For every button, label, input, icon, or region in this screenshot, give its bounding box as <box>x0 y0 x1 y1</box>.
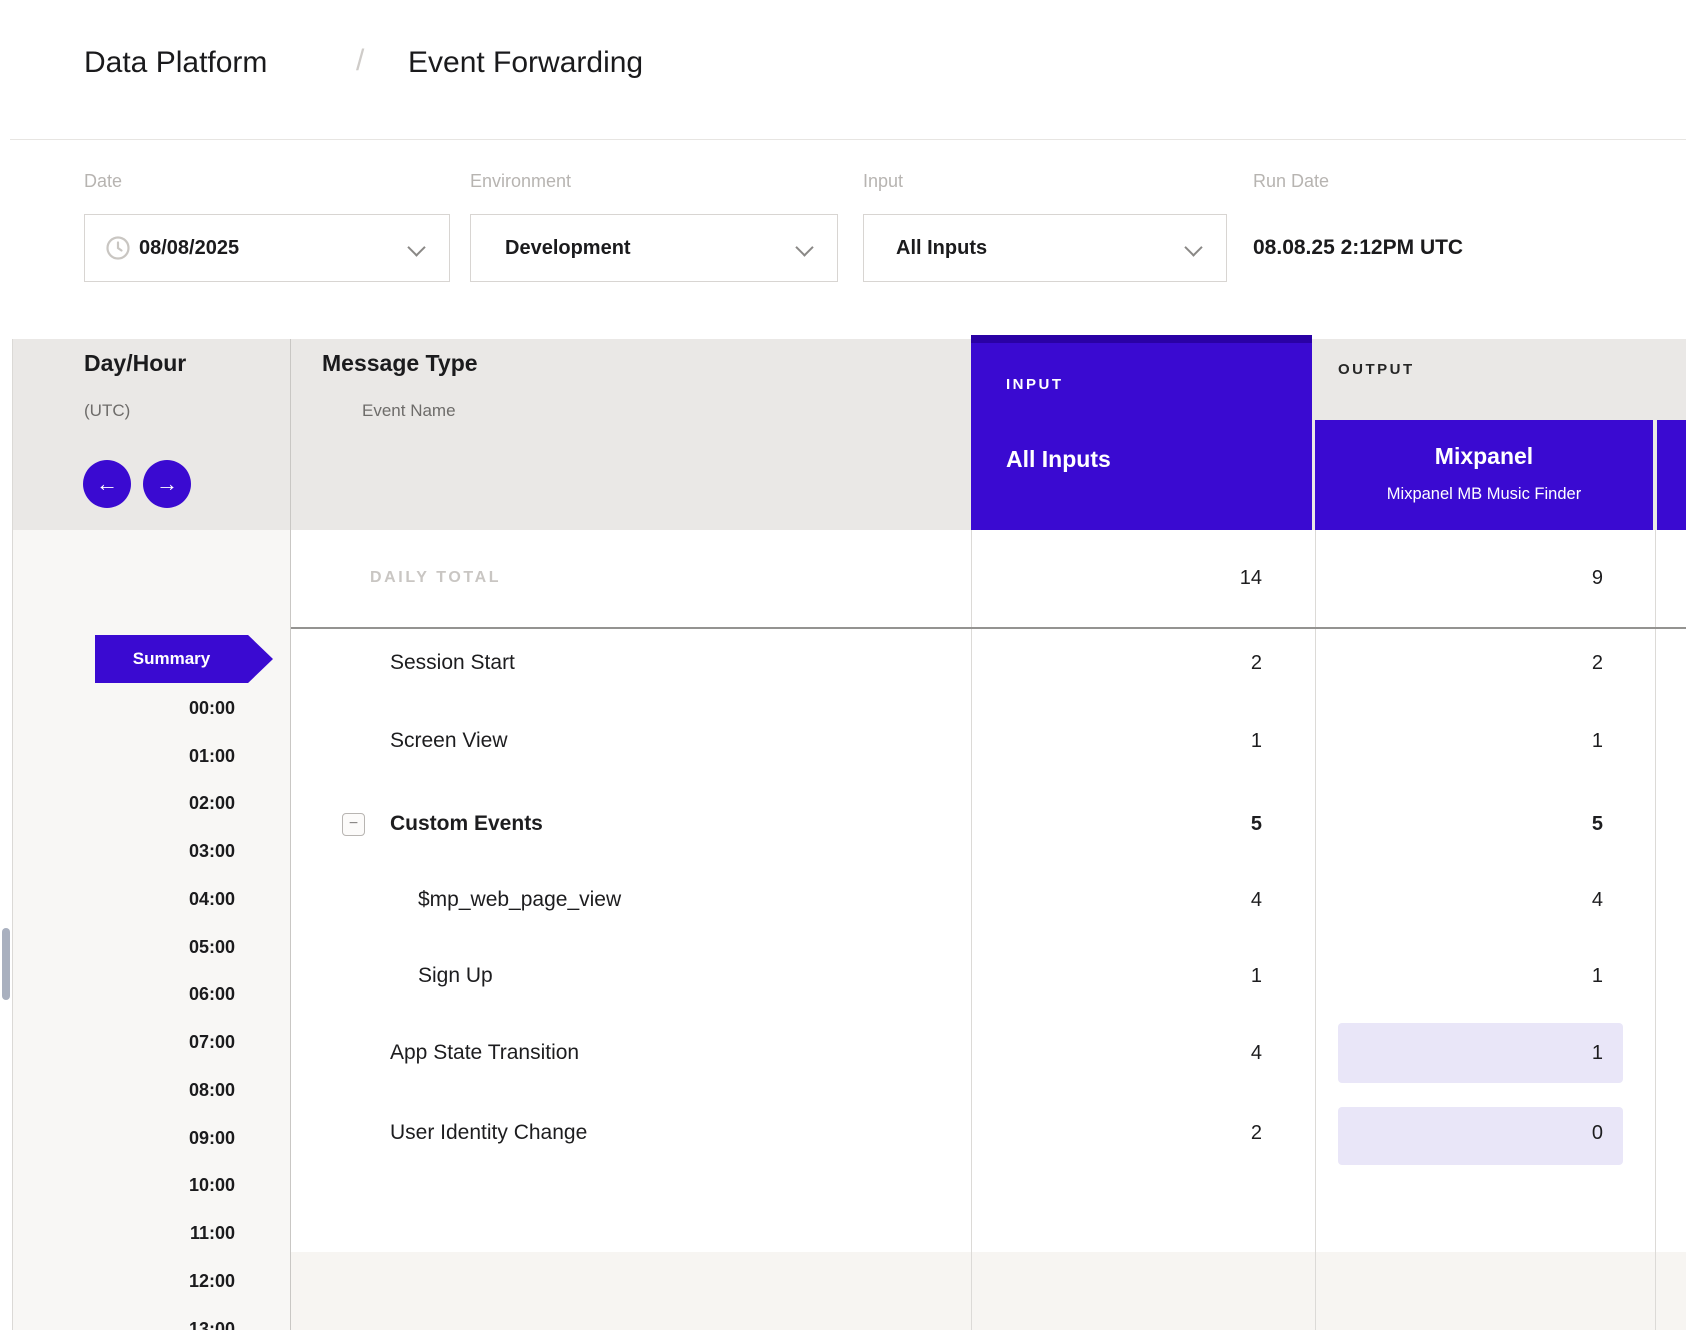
input-value-sign-up: 1 <box>1042 938 1262 1014</box>
row-label-mp-web-page-view: $mp_web_page_view <box>418 862 621 938</box>
table-left-border <box>12 339 13 1330</box>
message-type-header: Message Type <box>322 348 478 378</box>
hour-row-1000[interactable]: 10:00 <box>60 1161 235 1209</box>
hour-row-0600[interactable]: 06:00 <box>60 970 235 1018</box>
chevron-down-icon <box>407 238 425 256</box>
breadcrumb-section[interactable]: Data Platform <box>84 40 267 86</box>
column-divider-message-input <box>971 530 972 1330</box>
summary-label: Summary <box>95 635 248 683</box>
summary-row-selector[interactable]: Summary <box>95 635 273 683</box>
row-label-user-identity-change: User Identity Change <box>390 1095 587 1171</box>
column-divider-input-output <box>1315 530 1316 1330</box>
hour-row-0500[interactable]: 05:00 <box>60 923 235 971</box>
daily-total-label: DAILY TOTAL <box>370 550 501 606</box>
chevron-down-icon <box>1184 238 1202 256</box>
input-column-header: INPUT All Inputs <box>971 343 1312 530</box>
input-value-session-start: 2 <box>1042 625 1262 701</box>
input-value-custom-events: 5 <box>1042 786 1262 862</box>
date-dropdown[interactable]: 08/08/2025 <box>84 214 450 282</box>
hour-row-0200[interactable]: 02:00 <box>60 779 235 827</box>
hour-row-0000[interactable]: 00:00 <box>60 684 235 732</box>
input-column-name: All Inputs <box>1006 446 1111 473</box>
hour-row-0100[interactable]: 01:00 <box>60 732 235 780</box>
column-divider-output-next <box>1655 530 1656 1330</box>
minus-icon: − <box>349 815 358 832</box>
hour-row-1300[interactable]: 13:00 <box>60 1305 235 1330</box>
date-dropdown-value: 08/08/2025 <box>139 215 239 281</box>
input-value-mp-web-page-view: 4 <box>1042 862 1262 938</box>
output-value-session-start: 2 <box>1383 625 1603 701</box>
output-column-name: Mixpanel <box>1315 442 1653 470</box>
clock-icon <box>105 235 131 261</box>
row-label-screen-view: Screen View <box>390 703 508 779</box>
event-forwarding-page: Data Platform / Event Forwarding Date En… <box>0 0 1686 1330</box>
run-date-value: 08.08.25 2:12PM UTC <box>1253 214 1463 282</box>
breadcrumb-page-title: Event Forwarding <box>408 40 643 86</box>
hour-row-1100[interactable]: 11:00 <box>60 1209 235 1257</box>
daily-total-input-value: 14 <box>1042 540 1262 616</box>
output-value-user-identity-change: 0 <box>1383 1095 1603 1171</box>
output-column-subtitle: Mixpanel MB Music Finder <box>1315 482 1653 506</box>
row-label-app-state-transition: App State Transition <box>390 1015 579 1091</box>
event-name-subtitle: Event Name <box>362 398 456 424</box>
hour-row-0400[interactable]: 04:00 <box>60 875 235 923</box>
breadcrumb-separator: / <box>356 38 364 84</box>
previous-day-button[interactable]: ← <box>83 460 131 508</box>
input-value-screen-view: 1 <box>1042 703 1262 779</box>
hour-row-0700[interactable]: 07:00 <box>60 1018 235 1066</box>
row-label-session-start: Session Start <box>390 625 515 701</box>
date-filter-label: Date <box>84 168 122 194</box>
output-value-custom-events: 5 <box>1383 786 1603 862</box>
input-value-app-state-transition: 4 <box>1042 1015 1262 1091</box>
output-value-mp-web-page-view: 4 <box>1383 862 1603 938</box>
day-hour-header: Day/Hour <box>84 348 186 378</box>
hour-row-0300[interactable]: 03:00 <box>60 827 235 875</box>
output-column-header-mixpanel: Mixpanel Mixpanel MB Music Finder <box>1315 420 1653 530</box>
next-day-button[interactable]: → <box>143 460 191 508</box>
table-footer-area <box>291 1252 1686 1330</box>
input-value-user-identity-change: 2 <box>1042 1095 1262 1171</box>
hour-row-0800[interactable]: 08:00 <box>60 1066 235 1114</box>
input-dropdown-value: All Inputs <box>896 215 987 281</box>
environment-dropdown[interactable]: Development <box>470 214 838 282</box>
chevron-down-icon <box>795 238 813 256</box>
output-value-app-state-transition: 1 <box>1383 1015 1603 1091</box>
output-column-next-partial <box>1657 420 1686 530</box>
output-value-sign-up: 1 <box>1383 938 1603 1014</box>
output-value-screen-view: 1 <box>1383 703 1603 779</box>
environment-dropdown-value: Development <box>505 215 631 281</box>
left-arrow-icon: ← <box>96 471 118 496</box>
input-filter-label: Input <box>863 168 903 194</box>
sidebar-divider <box>290 339 291 1330</box>
environment-filter-label: Environment <box>470 168 571 194</box>
collapse-toggle-custom-events[interactable]: − <box>342 813 365 836</box>
input-dropdown[interactable]: All Inputs <box>863 214 1227 282</box>
row-label-custom-events: Custom Events <box>390 786 543 862</box>
header-divider <box>10 139 1686 140</box>
input-group-label: INPUT <box>1006 371 1064 399</box>
hour-row-1200[interactable]: 12:00 <box>60 1257 235 1305</box>
row-label-sign-up: Sign Up <box>418 938 493 1014</box>
right-arrow-icon: → <box>156 471 178 496</box>
day-hour-subtitle: (UTC) <box>84 398 130 424</box>
scrollbar-thumb[interactable] <box>2 928 10 1000</box>
hour-row-0900[interactable]: 09:00 <box>60 1114 235 1162</box>
run-date-label: Run Date <box>1253 168 1329 194</box>
input-column-top-strip <box>971 335 1312 343</box>
output-group-label: OUTPUT <box>1338 356 1415 384</box>
daily-total-output-value: 9 <box>1383 540 1603 616</box>
